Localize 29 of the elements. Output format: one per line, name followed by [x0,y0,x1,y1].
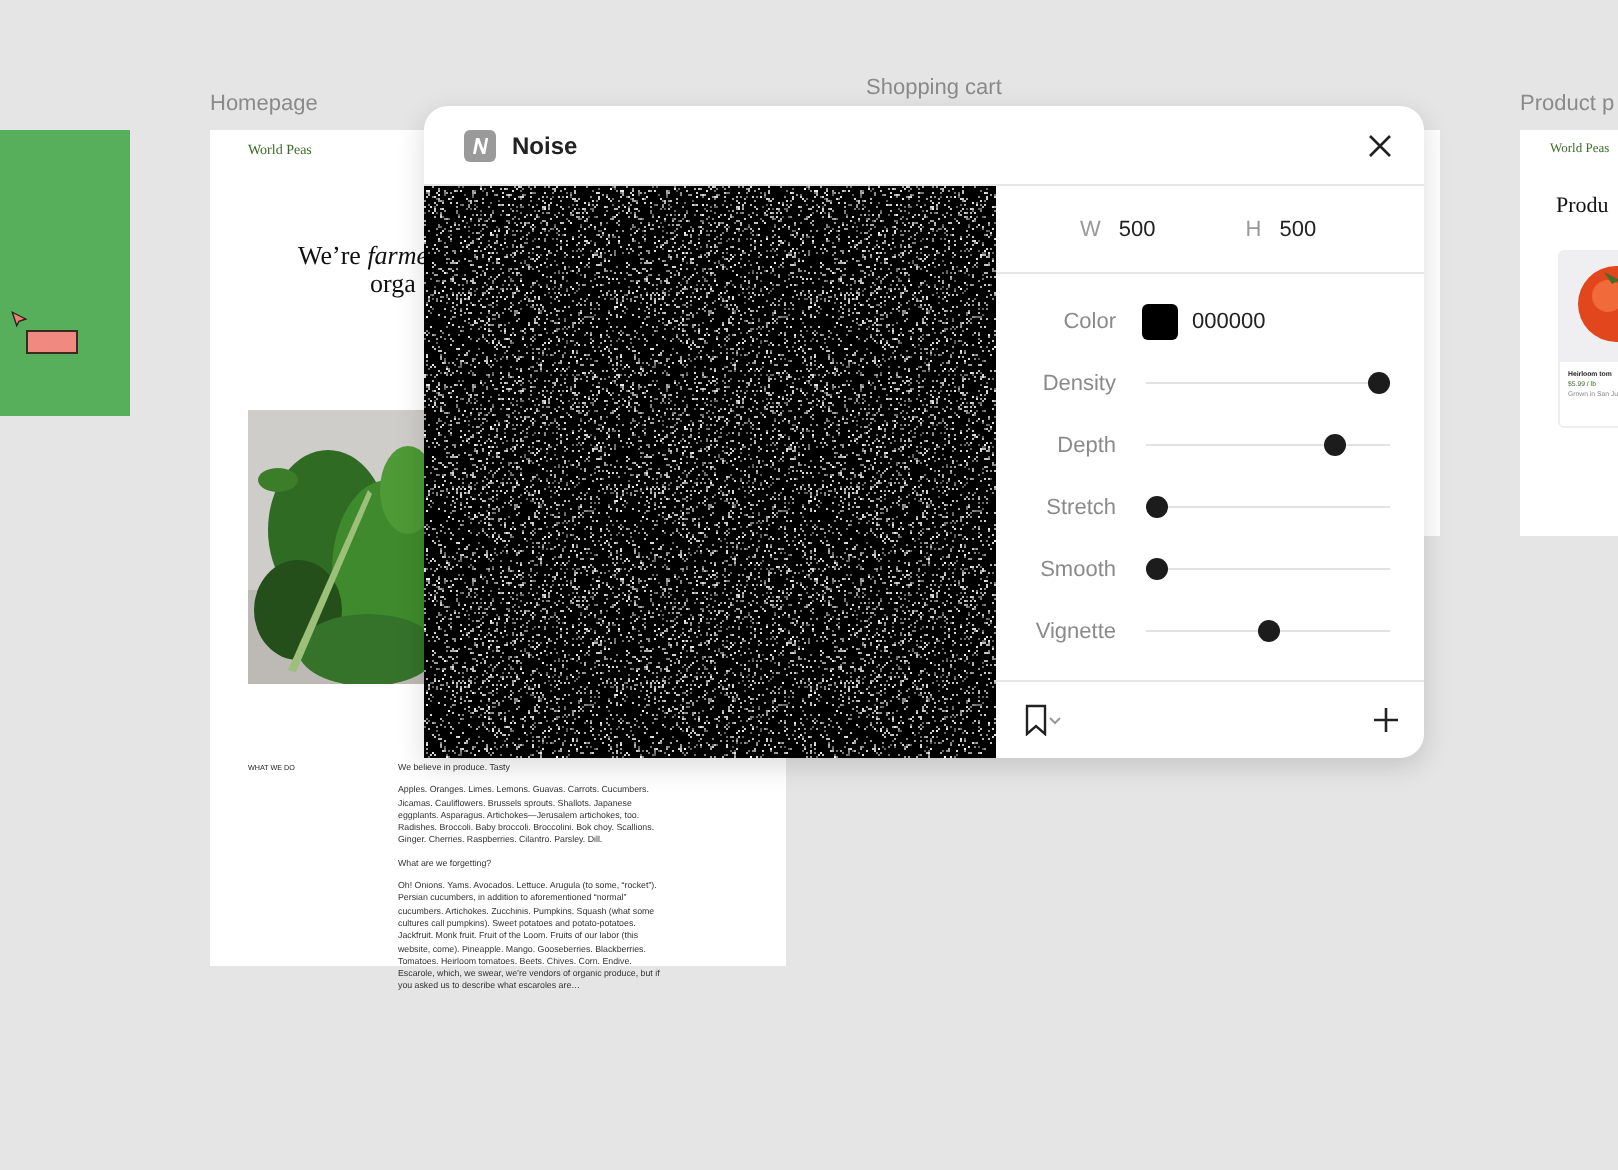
slider-thumb[interactable] [1146,496,1168,518]
slider-label: Density [1040,371,1116,395]
slider-thumb[interactable] [1257,620,1279,642]
plugin-logo-icon [464,129,496,161]
slider-thumb[interactable] [1323,434,1346,456]
color-label: Color [1061,309,1116,333]
rectangle-shape [26,330,78,354]
heading: Produ [1556,194,1609,218]
bookmark-dropdown[interactable] [1024,704,1064,736]
slider-label: Stretch [1044,495,1116,519]
cursor-icon [10,310,28,328]
color-swatch[interactable] [1142,303,1178,339]
height-label: H [1245,217,1262,241]
frame-label: Product p [1520,92,1615,116]
slider-label: Vignette [1033,619,1116,643]
width-label: W [1080,217,1101,241]
add-button[interactable] [1374,708,1398,732]
dialog-title: Noise [512,131,578,159]
height-field[interactable]: 500 [1279,217,1317,241]
close-button[interactable] [1364,129,1396,161]
width-field[interactable]: 500 [1118,217,1156,241]
frame-label: Homepage [210,92,318,116]
heading: orga [370,268,416,300]
slider-label: Depth [1055,433,1116,457]
slider-thumb[interactable] [1368,372,1390,394]
slider-thumb[interactable] [1146,558,1168,580]
slider-label: Smooth [1038,557,1116,581]
frame-label: Shopping cart [866,76,1002,100]
color-value[interactable]: 000000 [1192,309,1266,333]
